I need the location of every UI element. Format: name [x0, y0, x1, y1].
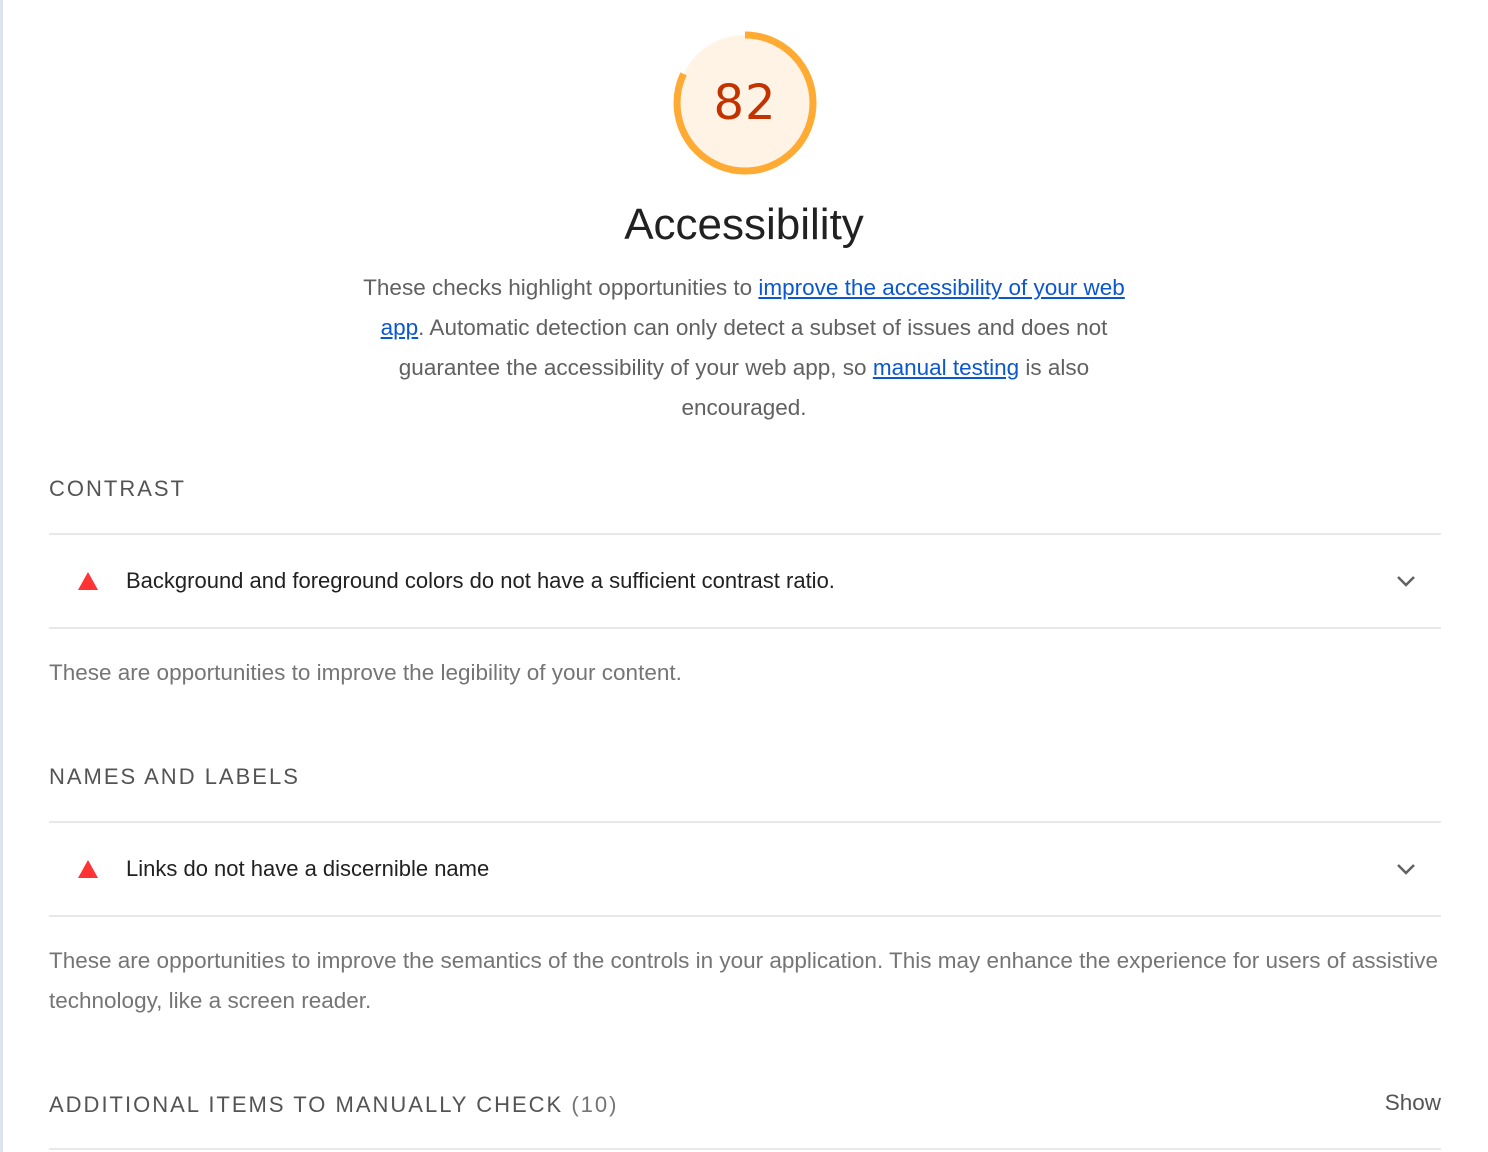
- divider: [49, 915, 1441, 917]
- audit-color-contrast[interactable]: Background and foreground colors do not …: [49, 535, 1441, 627]
- manual-title: ADDITIONAL ITEMS TO MANUALLY CHECK: [49, 1092, 564, 1117]
- group-title-contrast: CONTRAST: [49, 476, 186, 501]
- category-description: These checks highlight opportunities to …: [344, 268, 1144, 428]
- show-button[interactable]: Show: [1385, 1090, 1441, 1116]
- chevron-down-icon[interactable]: [1391, 854, 1421, 884]
- manual-testing-link[interactable]: manual testing: [873, 355, 1019, 380]
- group-title-names-labels: NAMES AND LABELS: [49, 764, 300, 789]
- category-title: Accessibility: [624, 200, 864, 249]
- divider: [49, 1148, 1441, 1150]
- score-gauge[interactable]: 82: [670, 28, 820, 178]
- fail-triangle-icon: [78, 860, 98, 878]
- description-text-1: These checks highlight opportunities to: [363, 275, 759, 300]
- group-title-manual: ADDITIONAL ITEMS TO MANUALLY CHECK (10): [49, 1092, 618, 1118]
- group-description-contrast: These are opportunities to improve the l…: [49, 660, 682, 685]
- report-page: 82 Accessibility These checks highlight …: [0, 0, 1488, 1152]
- manual-count: (10): [571, 1092, 619, 1117]
- group-description-names-labels: These are opportunities to improve the s…: [49, 948, 1439, 1013]
- fail-triangle-icon: [78, 572, 98, 590]
- left-border: [0, 0, 3, 1152]
- audit-title: Links do not have a discernible name: [126, 856, 490, 881]
- score-value: 82: [713, 75, 777, 131]
- audit-link-name[interactable]: Links do not have a discernible name: [49, 823, 1441, 915]
- chevron-down-icon[interactable]: [1391, 566, 1421, 596]
- audit-title: Background and foreground colors do not …: [126, 568, 835, 593]
- divider: [49, 627, 1441, 629]
